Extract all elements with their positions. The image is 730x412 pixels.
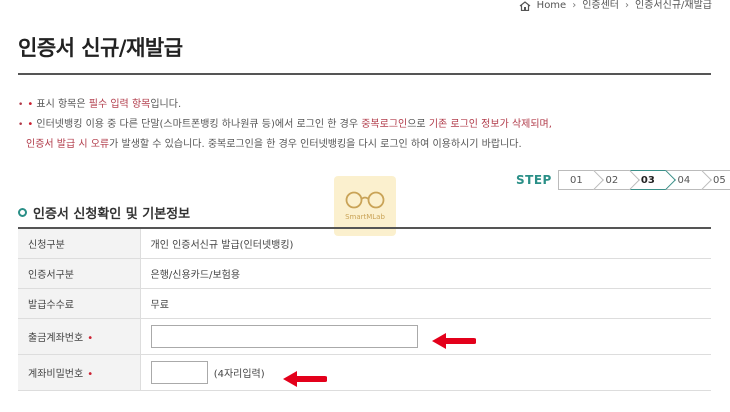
breadcrumb-home[interactable]: Home	[537, 1, 567, 11]
section-title: 인증서 신청확인 및 기본정보	[18, 203, 190, 222]
table-row: 계좌비밀번호 • (4자리입력)	[18, 354, 711, 390]
breadcrumb-cert-center[interactable]: 인증센터	[582, 1, 619, 11]
row-label: 계좌비밀번호 •	[18, 354, 141, 390]
notice-highlight: 필수 입력 항목	[88, 99, 151, 110]
row-label: 발급수수료	[18, 288, 141, 318]
row-value: 개인 인증서신규 발급(인터넷뱅킹)	[150, 239, 294, 251]
notice-text: 가 발생할 수 있습니다. 중복로그인을 한 경우 인터넷뱅킹을 다시 로그인 …	[109, 139, 522, 150]
account-label: 출금계좌번호	[28, 332, 84, 344]
row-label: 인증서구분	[18, 258, 141, 288]
chevron-right-icon: ›	[572, 0, 577, 11]
glasses-icon	[345, 191, 385, 209]
notice-highlight: 중복로그인	[361, 119, 408, 130]
withdrawal-account-input[interactable]	[150, 324, 418, 348]
notice-item: 인증서 발급 시 오류가 발생할 수 있습니다. 중복로그인을 한 경우 인터넷…	[18, 135, 718, 154]
table-row: 발급수수료 무료	[18, 288, 711, 318]
row-value: (4자리입력)	[140, 354, 711, 390]
left-arrow-icon	[283, 371, 327, 387]
home-icon[interactable]	[519, 1, 531, 11]
required-mark: •	[87, 368, 94, 380]
notice-list: • • 표시 항목은 필수 입력 항목입니다. • • 인터넷뱅킹 이용 중 다른 …	[18, 95, 718, 154]
notice-item: • • 인터넷뱅킹 이용 중 다른 단말(스마트폰뱅킹 하나원큐 등)에서 로그인…	[18, 115, 718, 135]
step-label: STEP	[516, 173, 552, 187]
title-divider	[18, 73, 711, 75]
breadcrumb: Home › 인증센터 › 인증서신규/재발급	[519, 0, 712, 12]
page-title: 인증서 신규/재발급	[18, 36, 183, 60]
notice-text: 인터넷뱅킹 이용 중 다른 단말(스마트폰뱅킹 하나원큐 등)에서 로그인 한 …	[36, 119, 359, 130]
password-hint: (4자리입력)	[213, 368, 265, 380]
table-row: 출금계좌번호 •	[18, 318, 711, 354]
notice-highlight: 인증서 발급 시 오류	[26, 139, 110, 150]
section-title-text: 인증서 신청확인 및 기본정보	[33, 207, 191, 222]
step-indicator: STEP 01 02 03 04 05	[516, 170, 730, 190]
required-mark: •	[87, 332, 94, 344]
notice-highlight: 기존 로그인 정보가 삭제되며,	[428, 119, 552, 130]
step-01: 01	[557, 170, 604, 190]
password-label: 계좌비밀번호	[28, 368, 84, 380]
row-value: 은행/신용카드/보험용	[150, 269, 241, 281]
notice-text: 으로	[407, 119, 426, 130]
circle-bullet-icon	[18, 208, 27, 217]
row-label: 신청구분	[18, 228, 141, 258]
required-mark: •	[27, 99, 34, 110]
notice-item: • • 표시 항목은 필수 입력 항목입니다.	[18, 95, 718, 115]
bullet-icon: •	[18, 120, 24, 130]
left-arrow-icon	[432, 333, 476, 349]
required-mark: •	[27, 119, 34, 130]
table-row: 인증서구분 은행/신용카드/보험용	[18, 258, 711, 288]
account-password-input[interactable]	[150, 360, 208, 384]
table-row: 신청구분 개인 인증서신규 발급(인터넷뱅킹)	[18, 228, 711, 258]
row-value	[140, 318, 711, 354]
row-label: 출금계좌번호 •	[18, 318, 141, 354]
bullet-icon: •	[18, 100, 24, 110]
application-info-table: 신청구분 개인 인증서신규 발급(인터넷뱅킹) 인증서구분 은행/신용카드/보험…	[18, 227, 711, 391]
watermark-text: SmartMLab	[345, 213, 385, 221]
notice-text: 표시 항목은	[36, 99, 86, 110]
notice-text: 입니다.	[150, 99, 182, 110]
row-value: 무료	[150, 299, 169, 311]
breadcrumb-current: 인증서신규/재발급	[635, 0, 712, 11]
chevron-right-icon: ›	[625, 0, 630, 11]
